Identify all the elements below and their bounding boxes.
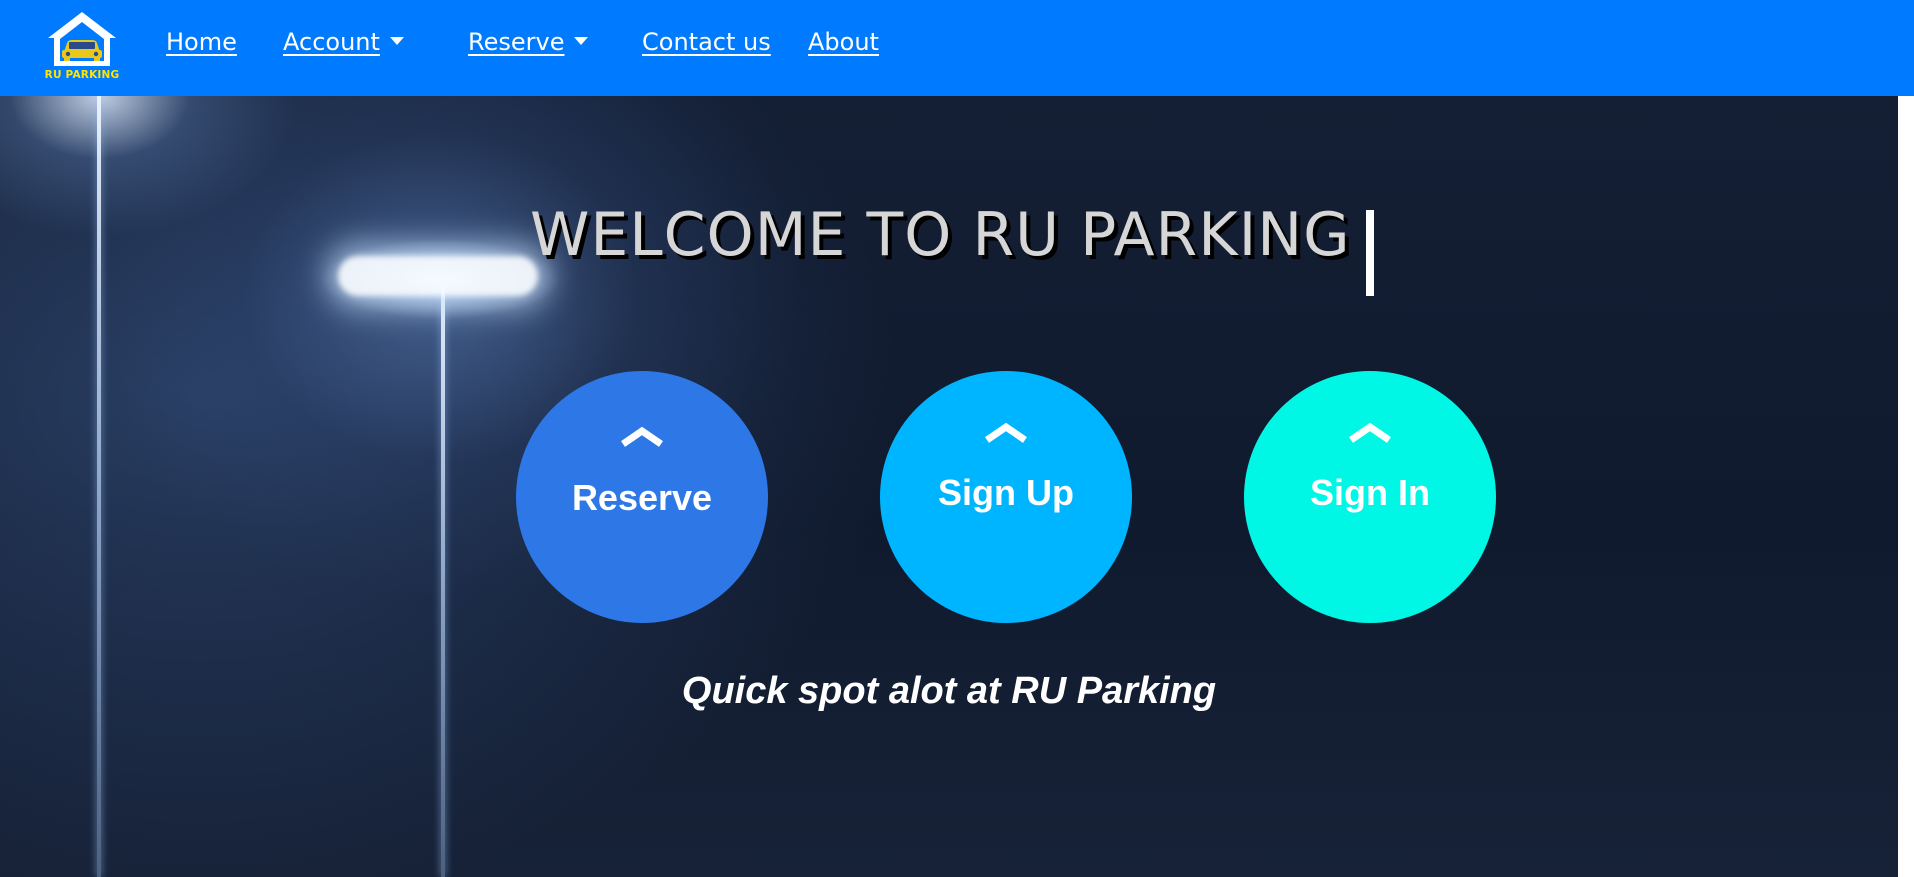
nav-link-contact-label: Contact us: [642, 28, 771, 56]
sign-up-button-label: Sign Up: [938, 472, 1074, 513]
nav-link-account-label: Account: [283, 28, 380, 56]
caret-down-icon: [574, 37, 589, 45]
nav-link-about-label: About: [808, 28, 879, 56]
welcome-title: WELCOME TO RU PARKING: [530, 200, 1351, 270]
logo-text: RU PARKING: [44, 69, 120, 81]
page-edge: [1898, 96, 1914, 877]
caret-down-icon: [389, 37, 404, 45]
typing-cursor: [1366, 210, 1374, 296]
nav-link-reserve[interactable]: Reserve: [468, 28, 589, 56]
sign-up-button[interactable]: Sign Up: [880, 371, 1132, 623]
street-light-pole: [97, 96, 101, 877]
chevron-up-icon: [985, 422, 1027, 443]
reserve-button-label: Reserve: [571, 477, 713, 518]
chevron-up-icon: [1349, 422, 1391, 443]
street-light-lamp: [338, 256, 538, 296]
nav-link-contact[interactable]: Contact us: [642, 28, 771, 56]
nav-link-home-label: Home: [166, 28, 237, 56]
nav-link-about[interactable]: About: [808, 28, 879, 56]
nav-link-account[interactable]: Account: [283, 28, 404, 56]
navbar: RU PARKING Home Account Reserve Contact …: [0, 0, 1914, 96]
tagline: Quick spot alot at RU Parking: [681, 670, 1217, 712]
sign-in-button-label: Sign In: [1310, 472, 1430, 513]
page: RU PARKING Home Account Reserve Contact …: [0, 0, 1914, 877]
reserve-button[interactable]: Reserve: [516, 371, 768, 623]
street-light-pole: [441, 286, 445, 877]
chevron-up-icon: [621, 426, 663, 447]
brand-logo[interactable]: RU PARKING: [38, 10, 126, 86]
sign-in-button[interactable]: Sign In: [1244, 371, 1496, 623]
nav-link-reserve-label: Reserve: [468, 28, 565, 56]
house-car-icon: [48, 12, 116, 66]
nav-link-home[interactable]: Home: [166, 28, 237, 56]
